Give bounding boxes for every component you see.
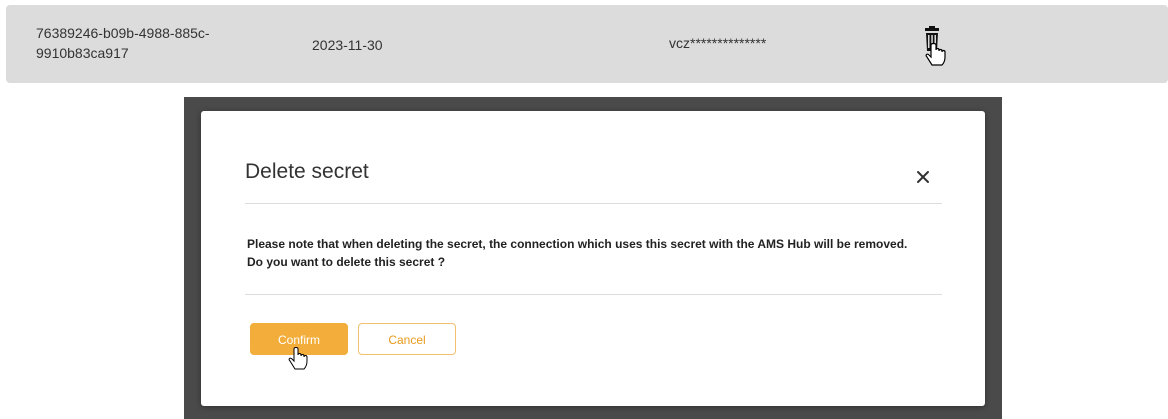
message-line-1: Please note that when deleting the secre…: [247, 237, 908, 251]
secret-value: vcz**************: [669, 35, 767, 51]
secret-id: 76389246-b09b-4988-885c-9910b83ca917: [36, 25, 210, 61]
dialog-message: Please note that when deleting the secre…: [247, 235, 937, 271]
close-icon: [917, 171, 929, 183]
close-button[interactable]: [913, 167, 933, 187]
delete-secret-dialog: Delete secret Please note that when dele…: [201, 111, 985, 406]
secret-date: 2023-11-30: [312, 37, 383, 53]
trash-icon: [925, 26, 946, 66]
secret-row: 76389246-b09b-4988-885c-9910b83ca917 202…: [6, 5, 1168, 83]
divider: [245, 294, 942, 295]
hand-cursor-icon: [288, 347, 308, 370]
cancel-button[interactable]: Cancel: [358, 323, 456, 355]
divider: [245, 203, 942, 204]
dialog-title: Delete secret: [245, 160, 369, 183]
delete-secret-button[interactable]: [920, 25, 948, 73]
message-line-2: Do you want to delete this secret ?: [247, 255, 446, 269]
